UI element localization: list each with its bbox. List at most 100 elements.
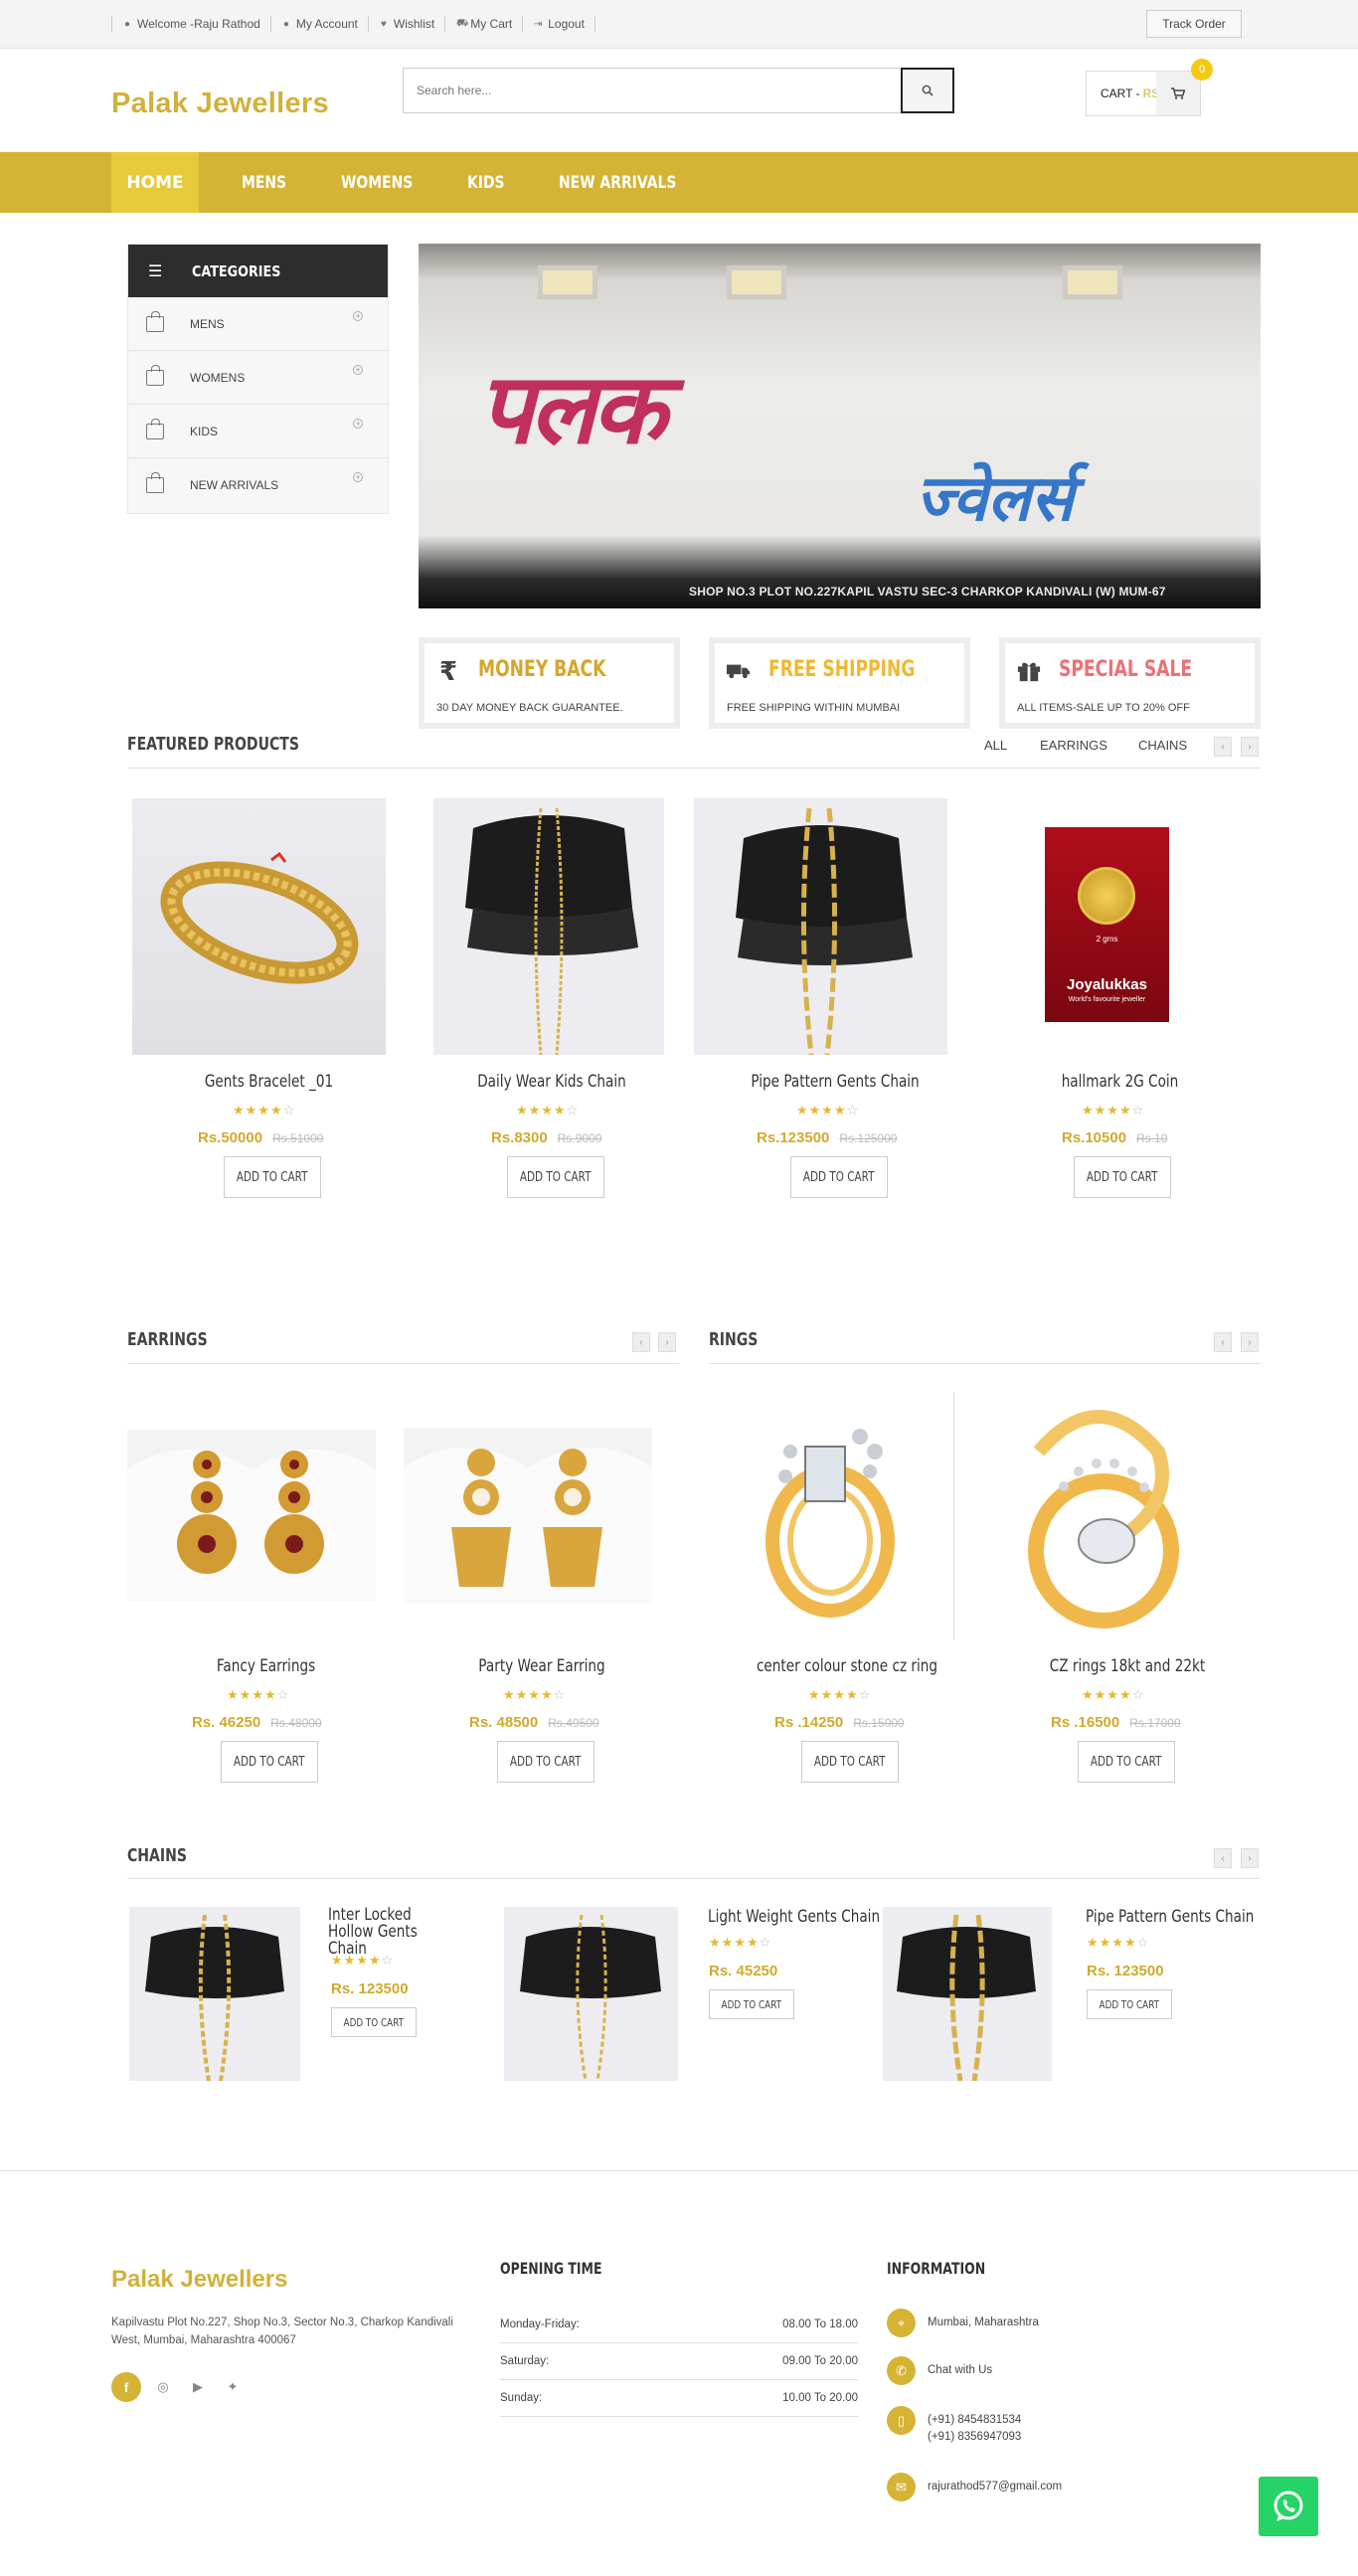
track-order-button[interactable]: Track Order bbox=[1146, 10, 1242, 38]
nav-womens[interactable]: WOMENS bbox=[341, 152, 413, 213]
email-icon: ✉ bbox=[887, 2473, 916, 2501]
next-arrow-icon[interactable]: › bbox=[1241, 1332, 1259, 1352]
product-name[interactable]: Gents Bracelet _01 bbox=[188, 1072, 351, 1092]
section-divider bbox=[127, 1878, 1261, 1879]
whatsapp-icon: ✆ bbox=[887, 2356, 916, 2385]
hero-banner[interactable]: पलक ज्वेलर्स SHOP NO.3 PLOT NO.227KAPIL … bbox=[419, 244, 1261, 608]
category-item-kids[interactable]: KIDS + bbox=[128, 405, 388, 458]
search-button[interactable] bbox=[901, 68, 954, 113]
hours-time: 09.00 To 20.00 bbox=[782, 2355, 858, 2367]
product-price: Rs .14250 Rs.15000 bbox=[774, 1714, 905, 1731]
product-name[interactable]: Fancy Earrings bbox=[185, 1656, 348, 1676]
coin-weight: 2 gms bbox=[1096, 935, 1118, 944]
facebook-icon[interactable]: f bbox=[111, 2372, 141, 2402]
product-image-gents-bracelet[interactable] bbox=[132, 798, 386, 1055]
hours-time: 10.00 To 20.00 bbox=[782, 2392, 858, 2404]
welcome-link[interactable]: ● Welcome -Raju Rathod bbox=[111, 16, 270, 32]
add-to-cart-button[interactable]: ADD TO CART bbox=[790, 1156, 888, 1198]
product-image-pipe-pattern-chain[interactable] bbox=[883, 1907, 1052, 2081]
expand-icon[interactable]: + bbox=[353, 419, 363, 429]
prev-arrow-icon[interactable]: ‹ bbox=[1214, 737, 1232, 757]
add-to-cart-button[interactable]: ADD TO CART bbox=[507, 1156, 604, 1198]
add-to-cart-button[interactable]: ADD TO CART bbox=[497, 1741, 594, 1783]
category-item-womens[interactable]: WOMENS + bbox=[128, 351, 388, 405]
nav-home[interactable]: HOME bbox=[111, 152, 199, 213]
instagram-icon[interactable]: ◎ bbox=[148, 2372, 178, 2402]
user-icon: ● bbox=[282, 18, 289, 30]
nav-mens[interactable]: MENS bbox=[242, 152, 286, 213]
add-to-cart-button[interactable]: ADD TO CART bbox=[1087, 1989, 1172, 2019]
logout-link[interactable]: ⇥ Logout bbox=[522, 16, 595, 32]
feature-free-shipping: FREE SHIPPING FREE SHIPPING WITHIN MUMBA… bbox=[709, 637, 970, 729]
info-chat[interactable]: ✆ Chat with Us bbox=[887, 2356, 992, 2385]
category-label: WOMENS bbox=[190, 370, 246, 385]
product-image-inter-locked-chain[interactable] bbox=[129, 1907, 300, 2081]
add-to-cart-button[interactable]: ADD TO CART bbox=[221, 1741, 318, 1783]
my-account-link[interactable]: ● My Account bbox=[269, 16, 368, 32]
info-text: Mumbai, Maharashtra bbox=[928, 2317, 1039, 2328]
nav-new-arrivals[interactable]: NEW ARRIVALS bbox=[559, 152, 676, 213]
category-item-new-arrivals[interactable]: NEW ARRIVALS + bbox=[128, 458, 388, 512]
product-name[interactable]: center colour stone cz ring bbox=[752, 1656, 942, 1676]
shop-address: SHOP NO.3 PLOT NO.227KAPIL VASTU SEC-3 C… bbox=[689, 585, 1166, 599]
nav-kids[interactable]: KIDS bbox=[467, 152, 505, 213]
product-name[interactable]: Inter Locked Hollow Gents Chain bbox=[328, 1907, 443, 1958]
add-to-cart-button[interactable]: ADD TO CART bbox=[1074, 1156, 1171, 1198]
product-name[interactable]: hallmark 2G Coin bbox=[1047, 1072, 1194, 1092]
cart-button[interactable]: CART -RS. 00.00 bbox=[1086, 71, 1201, 116]
expand-icon[interactable]: + bbox=[353, 311, 363, 321]
product-price: Rs. 123500 bbox=[1087, 1963, 1164, 1979]
button-label: ADD TO CART bbox=[814, 1754, 886, 1770]
filter-all[interactable]: ALL bbox=[984, 738, 1007, 753]
prev-arrow-icon[interactable]: ‹ bbox=[1214, 1848, 1232, 1868]
product-name[interactable]: Party Wear Earring bbox=[458, 1656, 625, 1676]
product-image-fancy-earrings[interactable] bbox=[127, 1430, 376, 1602]
hours-day: Monday-Friday: bbox=[500, 2318, 580, 2330]
rating-stars: ★★★★☆ bbox=[503, 1687, 567, 1702]
expand-icon[interactable]: + bbox=[353, 472, 363, 482]
categories-title: CATEGORIES bbox=[192, 261, 281, 280]
product-name[interactable]: Pipe Pattern Gents Chain bbox=[1086, 1907, 1254, 1927]
product-image-kids-chain[interactable] bbox=[433, 798, 664, 1055]
next-arrow-icon[interactable]: › bbox=[1241, 1848, 1259, 1868]
product-image-pipe-chain[interactable] bbox=[694, 798, 947, 1055]
product-name[interactable]: CZ rings 18kt and 22kt bbox=[1040, 1656, 1215, 1676]
product-name[interactable]: Pipe Pattern Gents Chain bbox=[744, 1072, 927, 1092]
add-to-cart-button[interactable]: ADD TO CART bbox=[709, 1989, 794, 2019]
product-image-gold-coin[interactable]: 2 gms Joyalukkas World's favourite jewel… bbox=[1045, 827, 1169, 1022]
info-email[interactable]: ✉ rajurathod577@gmail.com bbox=[887, 2473, 1062, 2501]
category-item-mens[interactable]: MENS + bbox=[128, 297, 388, 351]
rating-stars: ★★★★☆ bbox=[709, 1935, 772, 1950]
add-to-cart-button[interactable]: ADD TO CART bbox=[224, 1156, 321, 1198]
product-name[interactable]: Daily Wear Kids Chain bbox=[472, 1072, 631, 1092]
info-phone[interactable]: ▯ (+91) 8454831534 (+91) 8356947093 bbox=[887, 2406, 1021, 2446]
price-current: Rs.123500 bbox=[757, 1129, 830, 1146]
top-bar: ● Welcome -Raju Rathod ● My Account ♥ Wishl… bbox=[0, 0, 1358, 49]
wishlist-link[interactable]: ♥ Wishlist bbox=[367, 16, 444, 32]
filter-chains[interactable]: CHAINS bbox=[1138, 738, 1187, 753]
product-image-party-wear-earring[interactable] bbox=[404, 1428, 652, 1605]
product-image-center-stone-ring[interactable] bbox=[721, 1392, 939, 1640]
cart-icon-button[interactable] bbox=[1156, 72, 1200, 115]
prev-arrow-icon[interactable]: ‹ bbox=[1214, 1332, 1232, 1352]
whatsapp-float-button[interactable] bbox=[1259, 2477, 1318, 2536]
filter-earrings[interactable]: EARRINGS bbox=[1040, 738, 1107, 753]
next-arrow-icon[interactable]: › bbox=[1241, 737, 1259, 757]
product-image-cz-ring[interactable] bbox=[989, 1392, 1218, 1640]
add-to-cart-button[interactable]: ADD TO CART bbox=[1078, 1741, 1175, 1783]
cart-label: CART - bbox=[1101, 86, 1140, 100]
add-to-cart-button[interactable]: ADD TO CART bbox=[331, 2007, 417, 2037]
my-cart-link[interactable]: ⛟ My Cart bbox=[444, 16, 522, 32]
product-image-light-weight-chain[interactable] bbox=[504, 1907, 678, 2081]
product-name[interactable]: Light Weight Gents Chain bbox=[708, 1907, 880, 1927]
site-logo[interactable]: Palak Jewellers bbox=[111, 87, 329, 120]
search-input[interactable] bbox=[404, 69, 891, 112]
bag-icon bbox=[146, 472, 164, 493]
prev-arrow-icon[interactable]: ‹ bbox=[632, 1332, 650, 1352]
youtube-icon[interactable]: ▶ bbox=[183, 2372, 213, 2402]
next-arrow-icon[interactable]: › bbox=[658, 1332, 676, 1352]
twitter-icon[interactable]: ✦ bbox=[218, 2372, 248, 2402]
expand-icon[interactable]: + bbox=[353, 365, 363, 375]
footer-logo[interactable]: Palak Jewellers bbox=[111, 2266, 287, 2294]
add-to-cart-button[interactable]: ADD TO CART bbox=[801, 1741, 899, 1783]
